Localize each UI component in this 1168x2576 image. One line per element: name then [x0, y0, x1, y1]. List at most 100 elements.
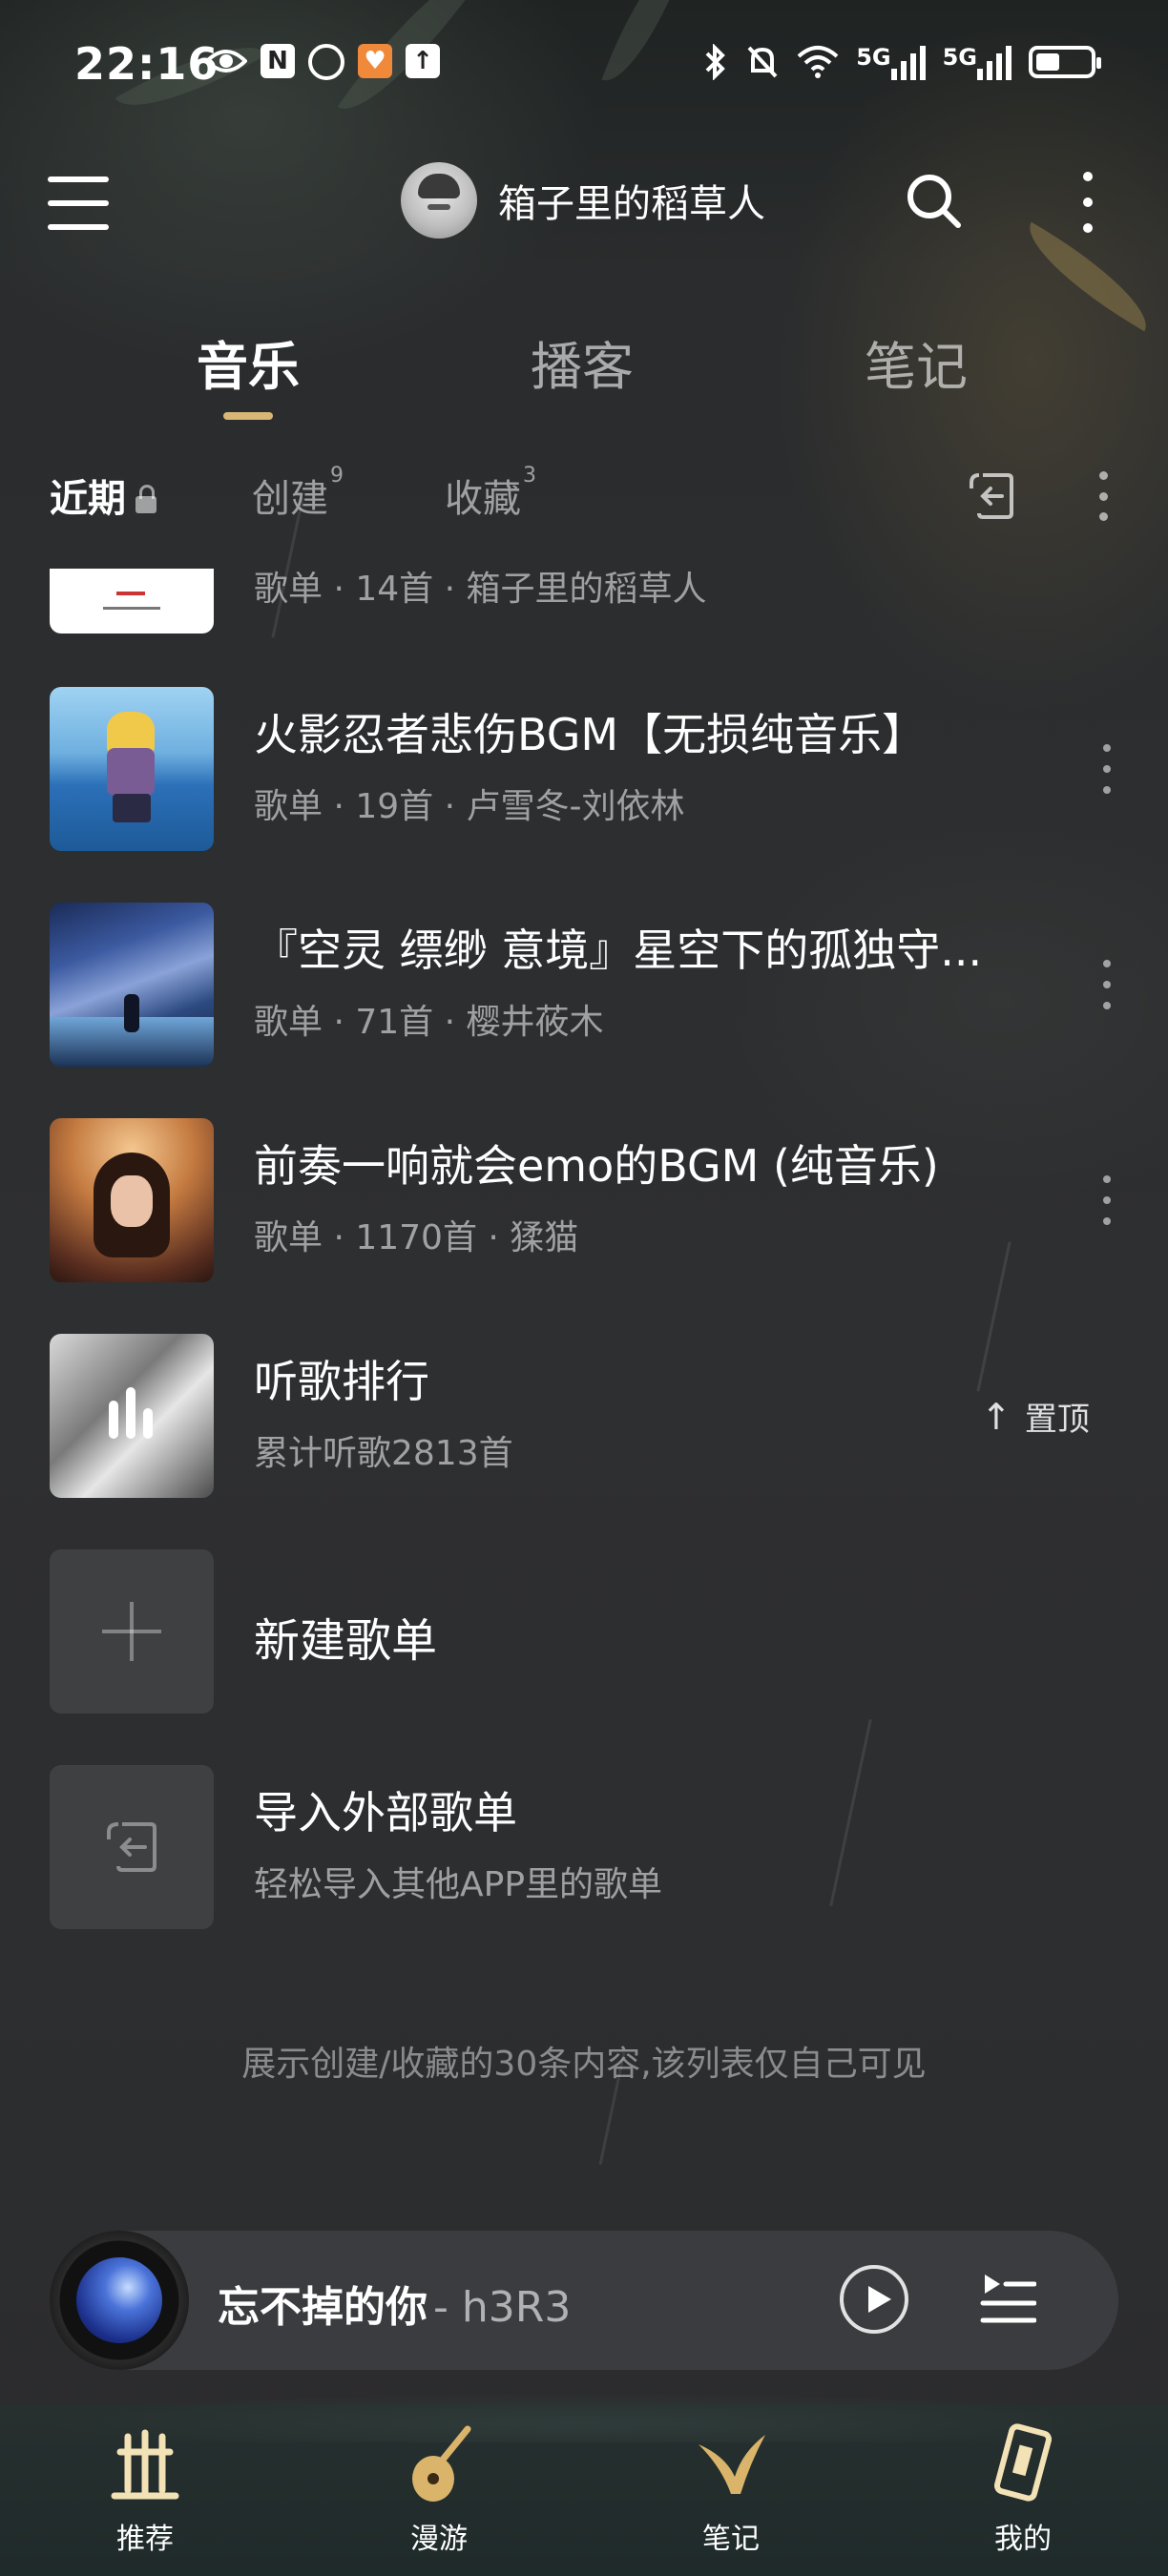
playlist-subtitle: 歌单 · 14首 · 箱子里的稻草人: [254, 570, 707, 609]
subtab-more-icon[interactable]: [1097, 471, 1109, 521]
playlist-title: 前奏一响就会emo的BGM (纯音乐): [254, 1140, 939, 1192]
battery-level: [1036, 53, 1059, 71]
plus-icon: [102, 1602, 161, 1661]
tab-music[interactable]: 音乐: [197, 324, 300, 400]
status-icons-right: 5G 5G: [703, 44, 1101, 80]
new-playlist-title: 新建歌单: [254, 1614, 438, 1668]
nav-roam[interactable]: 漫游: [363, 2404, 515, 2566]
avatar: [401, 162, 477, 239]
playlist-cover: [50, 569, 214, 634]
tab-notes[interactable]: 笔记: [865, 324, 968, 400]
main-tabs: 音乐 播客 笔记: [0, 324, 1168, 429]
swallow-icon: [699, 2435, 765, 2494]
new-playlist-cover: [50, 1549, 214, 1714]
playlist-cover: [50, 687, 214, 851]
bottom-nav: 推荐 漫游 笔记 我的: [0, 2385, 1168, 2576]
subtab-collected-label: 收藏: [445, 477, 521, 521]
username: 箱子里的稻草人: [498, 182, 765, 226]
row-more-icon[interactable]: [1101, 744, 1113, 794]
ranking-item[interactable]: 听歌排行 累计听歌2813首 ↑ 置顶: [0, 1334, 1168, 1498]
status-bar: 22:16 N ♥ ↑ 5G 5G: [0, 0, 1168, 134]
5g-signal-icon: 5G: [943, 44, 1012, 80]
upload-icon: ↑: [406, 44, 440, 78]
network-label: 5G: [942, 44, 977, 71]
playlist-cover: [50, 903, 214, 1067]
import-playlist-item[interactable]: 导入外部歌单 轻松导入其他APP里的歌单: [0, 1765, 1168, 1929]
app-badge-icon: ♥: [358, 44, 392, 78]
playlist-cover: [50, 1118, 214, 1282]
nav-notes[interactable]: 笔记: [655, 2404, 807, 2566]
nav-recommend[interactable]: 推荐: [69, 2404, 221, 2566]
album-art: [76, 2257, 162, 2343]
list-item[interactable]: 前奏一响就会emo的BGM (纯音乐) 歌单 · 1170首 · 猱猫: [0, 1118, 1168, 1282]
playlist-subtitle: 歌单 · 19首 · 卢雪冬-刘依林: [254, 787, 685, 826]
collected-count: 3: [523, 464, 536, 488]
track-name: 忘不掉的你: [218, 2283, 428, 2332]
top-header: 箱子里的稻草人: [0, 143, 1168, 267]
nav-mine-label: 我的: [994, 2523, 1052, 2556]
row-more-icon[interactable]: [1101, 1175, 1113, 1225]
nav-roam-label: 漫游: [410, 2523, 468, 2556]
ranking-subtitle: 累计听歌2813首: [254, 1434, 513, 1473]
profile-button[interactable]: 箱子里的稻草人: [401, 162, 765, 239]
alarm-icon: [308, 44, 344, 80]
import-playlist-cover: [50, 1765, 214, 1929]
import-playlist-subtitle: 轻松导入其他APP里的歌单: [254, 1865, 663, 1904]
subtab-recent[interactable]: 近期: [50, 467, 156, 523]
pin-button[interactable]: ↑ 置顶: [981, 1393, 1090, 1440]
list-item[interactable]: 火影忍者悲伤BGM【无损纯音乐】 歌单 · 19首 · 卢雪冬-刘依林: [0, 687, 1168, 851]
now-playing: 忘不掉的你 - h3R3: [218, 2273, 571, 2334]
playlist-title: 『空灵 缥缈 意境』星空下的孤独守...: [254, 924, 983, 976]
bluetooth-icon: [705, 44, 726, 80]
tab-podcast[interactable]: 播客: [531, 324, 634, 400]
created-count: 9: [330, 464, 344, 488]
recommend-icon: [111, 2429, 179, 2500]
ranking-cover: [50, 1334, 214, 1498]
mute-icon: [747, 46, 778, 78]
pin-icon: ↑: [981, 1395, 1012, 1438]
new-playlist-item[interactable]: 新建歌单: [0, 1549, 1168, 1714]
lock-icon: [136, 485, 156, 513]
pin-label: 置顶: [1024, 1401, 1090, 1439]
import-playlist-title: 导入外部歌单: [254, 1787, 517, 1839]
ranking-icon: [109, 1387, 153, 1439]
mine-icon: [993, 2423, 1053, 2502]
playlist-title: 火影忍者悲伤BGM【无损纯音乐】: [254, 709, 927, 760]
nfc-icon: N: [261, 44, 295, 78]
import-icon: [107, 1822, 156, 1872]
mini-player[interactable]: 忘不掉的你 - h3R3: [50, 2231, 1118, 2370]
sub-tabs: 近期 创建9 收藏3: [0, 464, 1168, 544]
subtab-created-label: 创建: [252, 477, 328, 521]
more-options-icon[interactable]: [1069, 172, 1107, 233]
track-artist: - h3R3: [433, 2283, 572, 2332]
search-icon[interactable]: [905, 172, 962, 229]
list-item[interactable]: 『空灵 缥缈 意境』星空下的孤独守... 歌单 · 71首 · 樱井莜木: [0, 903, 1168, 1067]
playlist-subtitle: 歌单 · 1170首 · 猱猫: [254, 1218, 579, 1257]
ranking-title: 听歌排行: [254, 1356, 429, 1407]
subtab-collected[interactable]: 收藏3: [445, 464, 536, 523]
subtab-created[interactable]: 创建9: [252, 464, 344, 523]
play-button[interactable]: [840, 2265, 908, 2334]
nav-notes-label: 笔记: [702, 2523, 760, 2556]
playlist-list: 歌单 · 14首 · 箱子里的稻草人 火影忍者悲伤BGM【无损纯音乐】 歌单 ·…: [0, 569, 1168, 1952]
playlist-subtitle: 歌单 · 71首 · 樱井莜木: [254, 1003, 604, 1042]
subtab-recent-label: 近期: [50, 477, 126, 521]
playlist-queue-icon[interactable]: [979, 2267, 1036, 2328]
lute-icon: [412, 2425, 471, 2502]
import-playlist-icon[interactable]: [964, 469, 1017, 523]
nav-recommend-label: 推荐: [116, 2523, 174, 2556]
row-more-icon[interactable]: [1101, 960, 1113, 1009]
network-label: 5G: [856, 44, 891, 71]
wifi-icon: [797, 46, 839, 78]
nav-mine[interactable]: 我的: [947, 2404, 1099, 2566]
eye-icon: [205, 50, 247, 73]
status-icons-left: N ♥ ↑: [205, 44, 440, 80]
active-tab-indicator: [223, 412, 273, 420]
battery-icon: [1029, 46, 1101, 78]
status-time: 22:16: [74, 38, 219, 90]
menu-icon[interactable]: [48, 177, 109, 230]
5g-signal-icon: 5G: [856, 44, 926, 80]
list-footer-note: 展示创建/收藏的30条内容,该列表仅自己可见: [241, 2045, 927, 2084]
album-disc[interactable]: [50, 2231, 189, 2370]
list-item[interactable]: 歌单 · 14首 · 箱子里的稻草人: [0, 569, 1168, 634]
